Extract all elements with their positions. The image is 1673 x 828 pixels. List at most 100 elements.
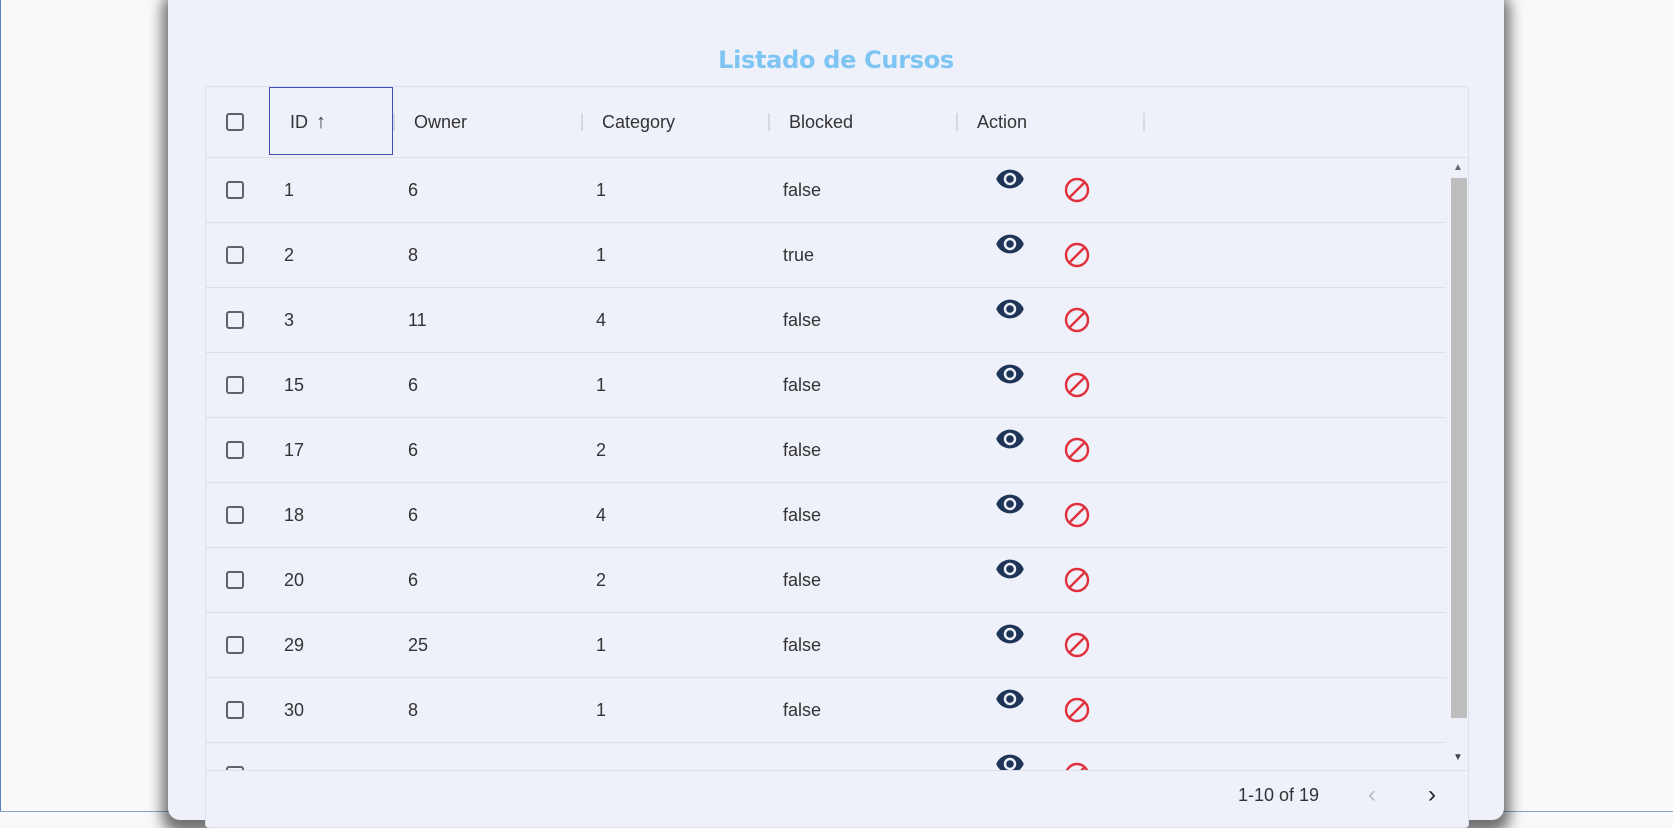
cell-category: 1 xyxy=(596,244,607,265)
row-select-cell xyxy=(226,288,244,352)
column-header-id[interactable]: ID ↑ xyxy=(290,87,326,157)
eye-icon[interactable] xyxy=(995,294,1025,324)
column-header-blocked[interactable]: Blocked xyxy=(789,87,853,157)
cell-category: 4 xyxy=(596,309,607,330)
arrow-up-icon[interactable]: ↑ xyxy=(316,112,326,132)
table-row[interactable]: 30 8 1 false xyxy=(206,678,1446,743)
cell-category: 2 xyxy=(596,569,607,590)
row-select-cell xyxy=(226,548,244,612)
cell-owner: 6 xyxy=(408,569,419,590)
row-select-cell xyxy=(226,158,244,222)
column-header-id-label: ID xyxy=(290,111,308,132)
cell-blocked: false xyxy=(783,504,822,525)
cell-category: 1 xyxy=(596,374,607,395)
table-row[interactable]: 2 8 1 true xyxy=(206,223,1446,288)
block-icon[interactable] xyxy=(1063,696,1091,724)
row-checkbox[interactable] xyxy=(226,181,244,199)
row-checkbox[interactable] xyxy=(226,701,244,719)
block-icon[interactable] xyxy=(1063,371,1091,399)
block-icon[interactable] xyxy=(1063,631,1091,659)
table-row[interactable]: 3 11 4 false xyxy=(206,288,1446,353)
scroll-up-icon[interactable]: ▲ xyxy=(1453,162,1463,173)
row-select-cell xyxy=(226,613,244,677)
cell-owner: 8 xyxy=(408,244,419,265)
column-focus-outline xyxy=(269,87,393,155)
cell-blocked: true xyxy=(783,244,815,265)
eye-icon[interactable] xyxy=(995,684,1025,714)
cell-id: 3 xyxy=(284,309,295,330)
cell-blocked: false xyxy=(783,569,822,590)
cell-owner: 6 xyxy=(408,374,419,395)
eye-icon[interactable] xyxy=(995,749,1025,770)
column-header-category[interactable]: Category xyxy=(602,87,675,157)
row-checkbox[interactable] xyxy=(226,311,244,329)
cell-owner: 6 xyxy=(408,179,419,200)
block-icon[interactable] xyxy=(1063,436,1091,464)
cell-id: 29 xyxy=(284,634,305,655)
block-icon[interactable] xyxy=(1063,501,1091,529)
table-row[interactable] xyxy=(206,743,1446,770)
table-row[interactable]: 18 6 4 false xyxy=(206,483,1446,548)
row-checkbox[interactable] xyxy=(226,636,244,654)
column-header-action-label: Action xyxy=(977,111,1028,132)
cell-category: 2 xyxy=(596,439,607,460)
cell-blocked: false xyxy=(783,179,822,200)
column-separator[interactable] xyxy=(581,113,583,131)
row-select-cell xyxy=(226,223,244,287)
column-separator[interactable] xyxy=(1143,113,1145,131)
eye-icon[interactable] xyxy=(995,424,1025,454)
cell-id: 2 xyxy=(284,244,295,265)
eye-icon[interactable] xyxy=(995,359,1025,389)
row-checkbox[interactable] xyxy=(226,506,244,524)
table-row[interactable]: 29 25 1 false xyxy=(206,613,1446,678)
block-icon[interactable] xyxy=(1063,761,1091,770)
row-checkbox[interactable] xyxy=(226,571,244,589)
scroll-down-icon[interactable]: ▼ xyxy=(1453,752,1463,763)
column-header-category-label: Category xyxy=(602,111,676,132)
block-icon[interactable] xyxy=(1063,306,1091,334)
select-all-cell xyxy=(226,87,244,157)
pagination-label: 1-10 of 19 xyxy=(1238,785,1320,805)
block-icon[interactable] xyxy=(1063,241,1091,269)
grid-footer: 1-10 of 19 ‹ › xyxy=(206,770,1468,827)
eye-icon[interactable] xyxy=(995,619,1025,649)
vertical-scrollbar[interactable]: ▲ ▼ xyxy=(1449,158,1467,770)
eye-icon[interactable] xyxy=(995,229,1025,259)
block-icon[interactable] xyxy=(1063,566,1091,594)
column-separator[interactable] xyxy=(768,113,770,131)
eye-icon[interactable] xyxy=(995,164,1025,194)
eye-icon[interactable] xyxy=(995,489,1025,519)
cell-id: 15 xyxy=(284,374,305,395)
cell-blocked: false xyxy=(783,309,822,330)
grid-header: ID ↑ Owner Category Blocked Action xyxy=(206,87,1468,158)
next-page-icon[interactable]: › xyxy=(1428,781,1436,809)
table-row[interactable]: 20 6 2 false xyxy=(206,548,1446,613)
previous-page-icon[interactable]: ‹ xyxy=(1368,781,1376,809)
row-checkbox[interactable] xyxy=(226,441,244,459)
cell-owner: 6 xyxy=(408,439,419,460)
row-select-cell xyxy=(226,678,244,742)
column-separator[interactable] xyxy=(956,113,958,131)
cell-category: 4 xyxy=(596,504,607,525)
cell-owner: 8 xyxy=(408,699,419,720)
cell-blocked: false xyxy=(783,374,822,395)
cell-owner: 6 xyxy=(408,504,419,525)
column-separator[interactable] xyxy=(393,113,395,131)
cell-blocked: false xyxy=(783,439,822,460)
block-icon[interactable] xyxy=(1063,176,1091,204)
row-checkbox[interactable] xyxy=(226,376,244,394)
cell-id: 20 xyxy=(284,569,305,590)
column-header-action[interactable]: Action xyxy=(977,87,1027,157)
select-all-checkbox[interactable] xyxy=(226,113,244,131)
table-row[interactable]: 1 6 1 false xyxy=(206,158,1446,223)
row-select-cell xyxy=(226,743,244,770)
row-checkbox[interactable] xyxy=(226,246,244,264)
cell-id: 30 xyxy=(284,699,305,720)
grid-body: 1 6 1 false 2 8 1 true 3 11 4 false 15 6 1 false 17 6 2 fal… xyxy=(206,158,1446,770)
scroll-thumb[interactable] xyxy=(1451,178,1467,718)
table-row[interactable]: 15 6 1 false xyxy=(206,353,1446,418)
eye-icon[interactable] xyxy=(995,554,1025,584)
table-row[interactable]: 17 6 2 false xyxy=(206,418,1446,483)
column-header-owner[interactable]: Owner xyxy=(414,87,467,157)
column-header-blocked-label: Blocked xyxy=(789,111,854,132)
